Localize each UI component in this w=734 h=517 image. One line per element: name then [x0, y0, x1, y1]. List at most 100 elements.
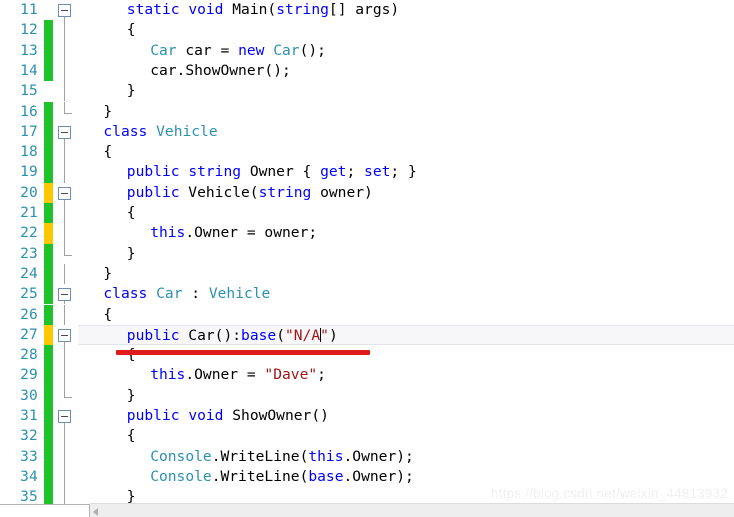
code-token: Car: [273, 41, 300, 59]
scroll-left-arrow-icon[interactable]: [93, 508, 98, 516]
change-marker: [44, 81, 53, 101]
code-line-text[interactable]: {: [78, 142, 734, 162]
code-token: (: [276, 326, 285, 344]
line-number: 11: [20, 2, 38, 18]
code-line-text[interactable]: }: [78, 81, 734, 101]
code-token: .Owner = owner;: [185, 224, 318, 242]
code-line-row[interactable]: 16}: [0, 101, 734, 122]
code-line-row[interactable]: 20 public Vehicle(string owner): [0, 182, 734, 203]
code-line-row[interactable]: 24}: [0, 263, 734, 285]
code-line-row[interactable]: 17 class Vehicle: [0, 121, 734, 143]
code-line-row[interactable]: 23}: [0, 243, 734, 264]
code-token: ; }: [390, 163, 417, 181]
code-line-text[interactable]: static void Main(string[] args): [78, 0, 734, 20]
collapse-fold-icon[interactable]: [58, 125, 71, 139]
code-line-row[interactable]: 13 Car car = new Car();: [0, 40, 734, 61]
code-line-text[interactable]: Console.WriteLine(base.Owner);: [78, 467, 734, 487]
code-token: .Owner);: [343, 467, 414, 485]
code-line-row[interactable]: 33 Console.WriteLine(this.Owner);: [0, 446, 734, 467]
code-line-row[interactable]: 32 {: [0, 426, 734, 447]
collapse-fold-icon[interactable]: [58, 4, 71, 17]
code-line-text[interactable]: Console.WriteLine(this.Owner);: [78, 447, 734, 467]
code-token: {: [126, 427, 136, 445]
line-number: 27: [20, 326, 38, 343]
change-marker: [44, 406, 53, 427]
line-number: 13: [20, 42, 38, 59]
code-token: }: [103, 102, 113, 120]
code-line-row[interactable]: 26 {: [0, 304, 734, 325]
code-line-row[interactable]: 18 {: [0, 142, 734, 163]
code-token: {: [103, 143, 113, 161]
code-token: ;: [317, 366, 326, 384]
code-line-text[interactable]: class Car : Vehicle: [78, 284, 734, 304]
code-line-text[interactable]: Car car = new Car();: [78, 41, 734, 61]
code-line-text[interactable]: public string Owner { get; set; }: [78, 162, 734, 182]
code-line-text[interactable]: }: [78, 102, 734, 122]
code-line-row[interactable]: 12 {: [0, 20, 734, 41]
code-editor-surface[interactable]: 11 static void Main(string[] args) 12{13 Ca…: [0, 0, 734, 517]
code-line-text[interactable]: {: [78, 203, 734, 223]
code-token: .WriteLine(: [211, 447, 309, 465]
code-line-row[interactable]: 34 Console.WriteLine(base.Owner);: [0, 466, 734, 488]
code-token: class: [103, 122, 148, 140]
code-token: {: [126, 21, 136, 39]
code-token: Car():: [179, 326, 242, 344]
outlining-guide-line: [64, 20, 65, 41]
line-number: 18: [20, 144, 38, 161]
code-token: set: [364, 163, 391, 181]
code-line-text[interactable]: }: [78, 386, 734, 406]
code-line-text[interactable]: this.Owner = "Dave";: [78, 365, 734, 385]
code-line-row[interactable]: 14 car.ShowOwner();: [0, 60, 734, 82]
code-token: public: [126, 183, 180, 201]
code-line-row[interactable]: 27 public Car():base("N/A"): [0, 324, 734, 346]
code-line-row[interactable]: 30}: [0, 385, 734, 406]
outlining-guide-line: [64, 81, 65, 102]
code-line-text[interactable]: {: [78, 345, 734, 365]
code-token: new: [238, 41, 265, 59]
collapse-fold-icon[interactable]: [58, 288, 71, 302]
code-line-text[interactable]: public Vehicle(string owner): [78, 183, 734, 203]
code-line-row[interactable]: 21 {: [0, 203, 734, 224]
code-line-row[interactable]: 15}: [0, 81, 734, 102]
code-token: "N/A: [284, 326, 321, 344]
code-token: "Dave": [264, 366, 318, 384]
line-number: 33: [20, 448, 38, 465]
code-line-text[interactable]: public Car():base("N/A"): [78, 324, 734, 346]
code-token: car.ShowOwner();: [150, 61, 291, 79]
code-line-row[interactable]: 19 public string Owner { get; set; }: [0, 162, 734, 183]
code-token: void: [188, 407, 224, 424]
code-token: Main(: [223, 1, 277, 18]
outlining-guide-line: [64, 142, 65, 163]
code-line-row[interactable]: 22 this.Owner = owner;: [0, 223, 734, 244]
code-line-text[interactable]: }: [78, 244, 734, 264]
code-line-text[interactable]: {: [78, 426, 734, 446]
code-token: public: [126, 326, 180, 344]
code-line-text[interactable]: car.ShowOwner();: [78, 61, 734, 81]
outlining-end-marker: [64, 396, 72, 398]
code-line-row[interactable]: 11 static void Main(string[] args): [0, 0, 734, 21]
code-token: ;: [346, 163, 365, 181]
collapse-fold-icon[interactable]: [58, 186, 71, 200]
code-line-text[interactable]: {: [78, 305, 734, 325]
code-line-text[interactable]: class Vehicle: [78, 122, 734, 142]
horizontal-scrollbar[interactable]: [90, 503, 734, 517]
code-token: string: [188, 163, 242, 181]
code-token: .Owner);: [343, 447, 414, 465]
code-line-text[interactable]: }: [78, 264, 734, 284]
code-line-row[interactable]: 25 class Car : Vehicle: [0, 284, 734, 305]
code-line-text[interactable]: this.Owner = owner;: [78, 223, 734, 243]
code-token: string: [258, 183, 312, 201]
code-line-row[interactable]: 31 public void ShowOwner(): [0, 406, 734, 427]
code-line-row[interactable]: 29 this.Owner = "Dave";: [0, 365, 734, 386]
collapse-fold-icon[interactable]: [58, 328, 71, 342]
code-token: ShowOwner(): [223, 407, 329, 424]
collapse-fold-icon[interactable]: [58, 410, 71, 423]
code-token: Car: [156, 285, 183, 303]
code-line-row[interactable]: 28 {: [0, 345, 734, 366]
code-line-text[interactable]: {: [78, 20, 734, 40]
code-line-text[interactable]: public void ShowOwner(): [78, 406, 734, 426]
code-token: :: [182, 285, 209, 303]
